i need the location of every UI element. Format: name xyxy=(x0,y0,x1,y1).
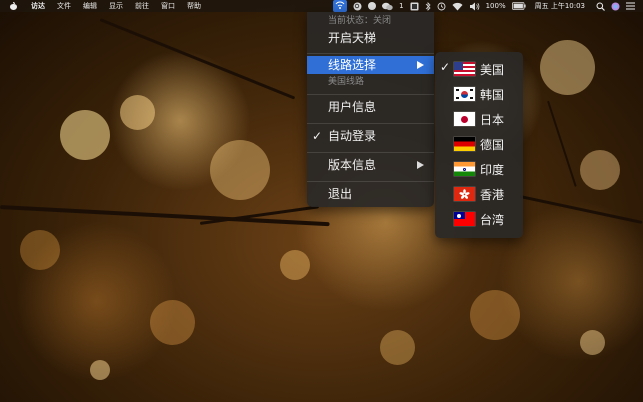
wifi-icon[interactable] xyxy=(452,2,463,11)
menu-route-hint: 美国线路 xyxy=(328,77,365,87)
menubar-item-window[interactable]: 窗口 xyxy=(155,0,181,12)
menubar-item-view[interactable]: 显示 xyxy=(103,0,129,12)
notification-center-icon[interactable] xyxy=(626,2,635,10)
bokeh-light xyxy=(210,140,270,200)
route-select-label: 线路选择 xyxy=(328,58,377,72)
menu-item-auto-login[interactable]: ✓ 自动登录 xyxy=(307,126,434,146)
bokeh-light xyxy=(470,290,520,340)
route-item-tw[interactable]: 台湾 xyxy=(435,206,523,231)
tw-flag-icon xyxy=(454,212,475,226)
tree-branch xyxy=(99,18,296,100)
battery-icon[interactable] xyxy=(511,2,526,10)
hk-flag-icon xyxy=(454,187,475,201)
submenu-arrow-icon xyxy=(417,161,424,169)
route-item-jp[interactable]: 日本 xyxy=(435,106,523,131)
bluetooth-icon[interactable] xyxy=(425,1,431,11)
wechat-badge: 1 xyxy=(399,2,404,10)
auto-login-label: 自动登录 xyxy=(328,129,377,143)
apple-icon[interactable] xyxy=(10,2,17,10)
menubar-item-help[interactable]: 帮助 xyxy=(181,0,207,12)
menubar-item-go[interactable]: 前往 xyxy=(129,0,155,12)
menu-separator xyxy=(307,94,434,95)
bokeh-light xyxy=(20,230,60,270)
route-item-label: 韩国 xyxy=(480,88,505,102)
route-item-kr[interactable]: 韩国 xyxy=(435,81,523,106)
route-item-in[interactable]: 印度 xyxy=(435,156,523,181)
wechat-icon[interactable] xyxy=(382,2,393,11)
route-item-label: 台湾 xyxy=(480,213,505,227)
route-submenu: ✓ 美国 韩国 日本 德国 印度 香港 台湾 xyxy=(435,52,523,238)
bokeh-light xyxy=(380,330,415,365)
keyboard-icon[interactable] xyxy=(410,2,419,11)
submenu-arrow-icon xyxy=(417,61,424,69)
route-item-label: 日本 xyxy=(480,113,505,127)
de-flag-icon xyxy=(454,137,475,151)
us-flag-icon xyxy=(454,62,475,76)
menu-separator xyxy=(307,181,434,182)
tree-branch xyxy=(0,205,330,227)
route-item-label: 香港 xyxy=(480,188,505,202)
bokeh-light xyxy=(580,150,620,190)
in-flag-icon xyxy=(454,162,475,176)
menu-separator xyxy=(307,53,434,54)
timemachine-icon[interactable] xyxy=(437,2,446,11)
menubar-item-edit[interactable]: 编辑 xyxy=(77,0,103,12)
checkmark-icon: ✓ xyxy=(312,129,323,143)
menu-item-enable[interactable]: 开启天梯 xyxy=(307,28,434,48)
menu-item-user-info[interactable]: 用户信息 xyxy=(307,97,434,117)
menu-separator xyxy=(307,152,434,153)
vpn-status-icon[interactable] xyxy=(333,0,348,12)
status-area: 1 100% 周五 上午10:03 xyxy=(330,0,643,12)
clock[interactable]: 周五 上午10:03 xyxy=(535,0,585,12)
siri-icon[interactable] xyxy=(611,2,620,11)
jp-flag-icon xyxy=(454,112,475,126)
menu-status-text: 当前状态：关闭 xyxy=(328,16,392,26)
bokeh-light xyxy=(280,250,310,280)
bokeh-light xyxy=(150,300,195,345)
bokeh-light xyxy=(90,360,110,380)
menu-bar: 访达 文件 编辑 显示 前往 窗口 帮助 1 100% 周五 上午10:03 xyxy=(0,0,643,12)
menu-item-version[interactable]: 版本信息 xyxy=(307,155,434,175)
route-item-de[interactable]: 德国 xyxy=(435,131,523,156)
menu-item-route-select[interactable]: 线路选择 xyxy=(307,56,434,74)
tree-branch xyxy=(547,100,577,187)
bokeh-light xyxy=(580,330,605,355)
route-item-label: 印度 xyxy=(480,163,505,177)
route-item-label: 美国 xyxy=(480,63,505,77)
route-item-hk[interactable]: 香港 xyxy=(435,181,523,206)
tree-branch xyxy=(519,195,643,224)
menubar-item-file[interactable]: 文件 xyxy=(51,0,77,12)
kr-flag-icon xyxy=(454,87,475,101)
bokeh-light xyxy=(120,95,155,130)
spotlight-icon[interactable] xyxy=(596,2,605,11)
search-status-icon[interactable] xyxy=(353,2,362,11)
vpn-dropdown-menu: 当前状态：关闭 开启天梯 线路选择 美国线路 用户信息 ✓ 自动登录 版本信息 … xyxy=(307,12,434,207)
route-item-us[interactable]: ✓ 美国 xyxy=(435,56,523,81)
route-item-label: 德国 xyxy=(480,138,505,152)
battery-percent: 100% xyxy=(485,2,506,10)
volume-icon[interactable] xyxy=(469,2,480,11)
version-label: 版本信息 xyxy=(328,158,377,172)
bokeh-light xyxy=(60,110,110,160)
menu-separator xyxy=(307,123,434,124)
app-status-icon[interactable] xyxy=(368,2,377,10)
menu-item-quit[interactable]: 退出 xyxy=(307,184,434,204)
bokeh-light xyxy=(540,40,595,95)
checkmark-icon: ✓ xyxy=(440,60,451,74)
menubar-app-name[interactable]: 访达 xyxy=(25,0,51,12)
